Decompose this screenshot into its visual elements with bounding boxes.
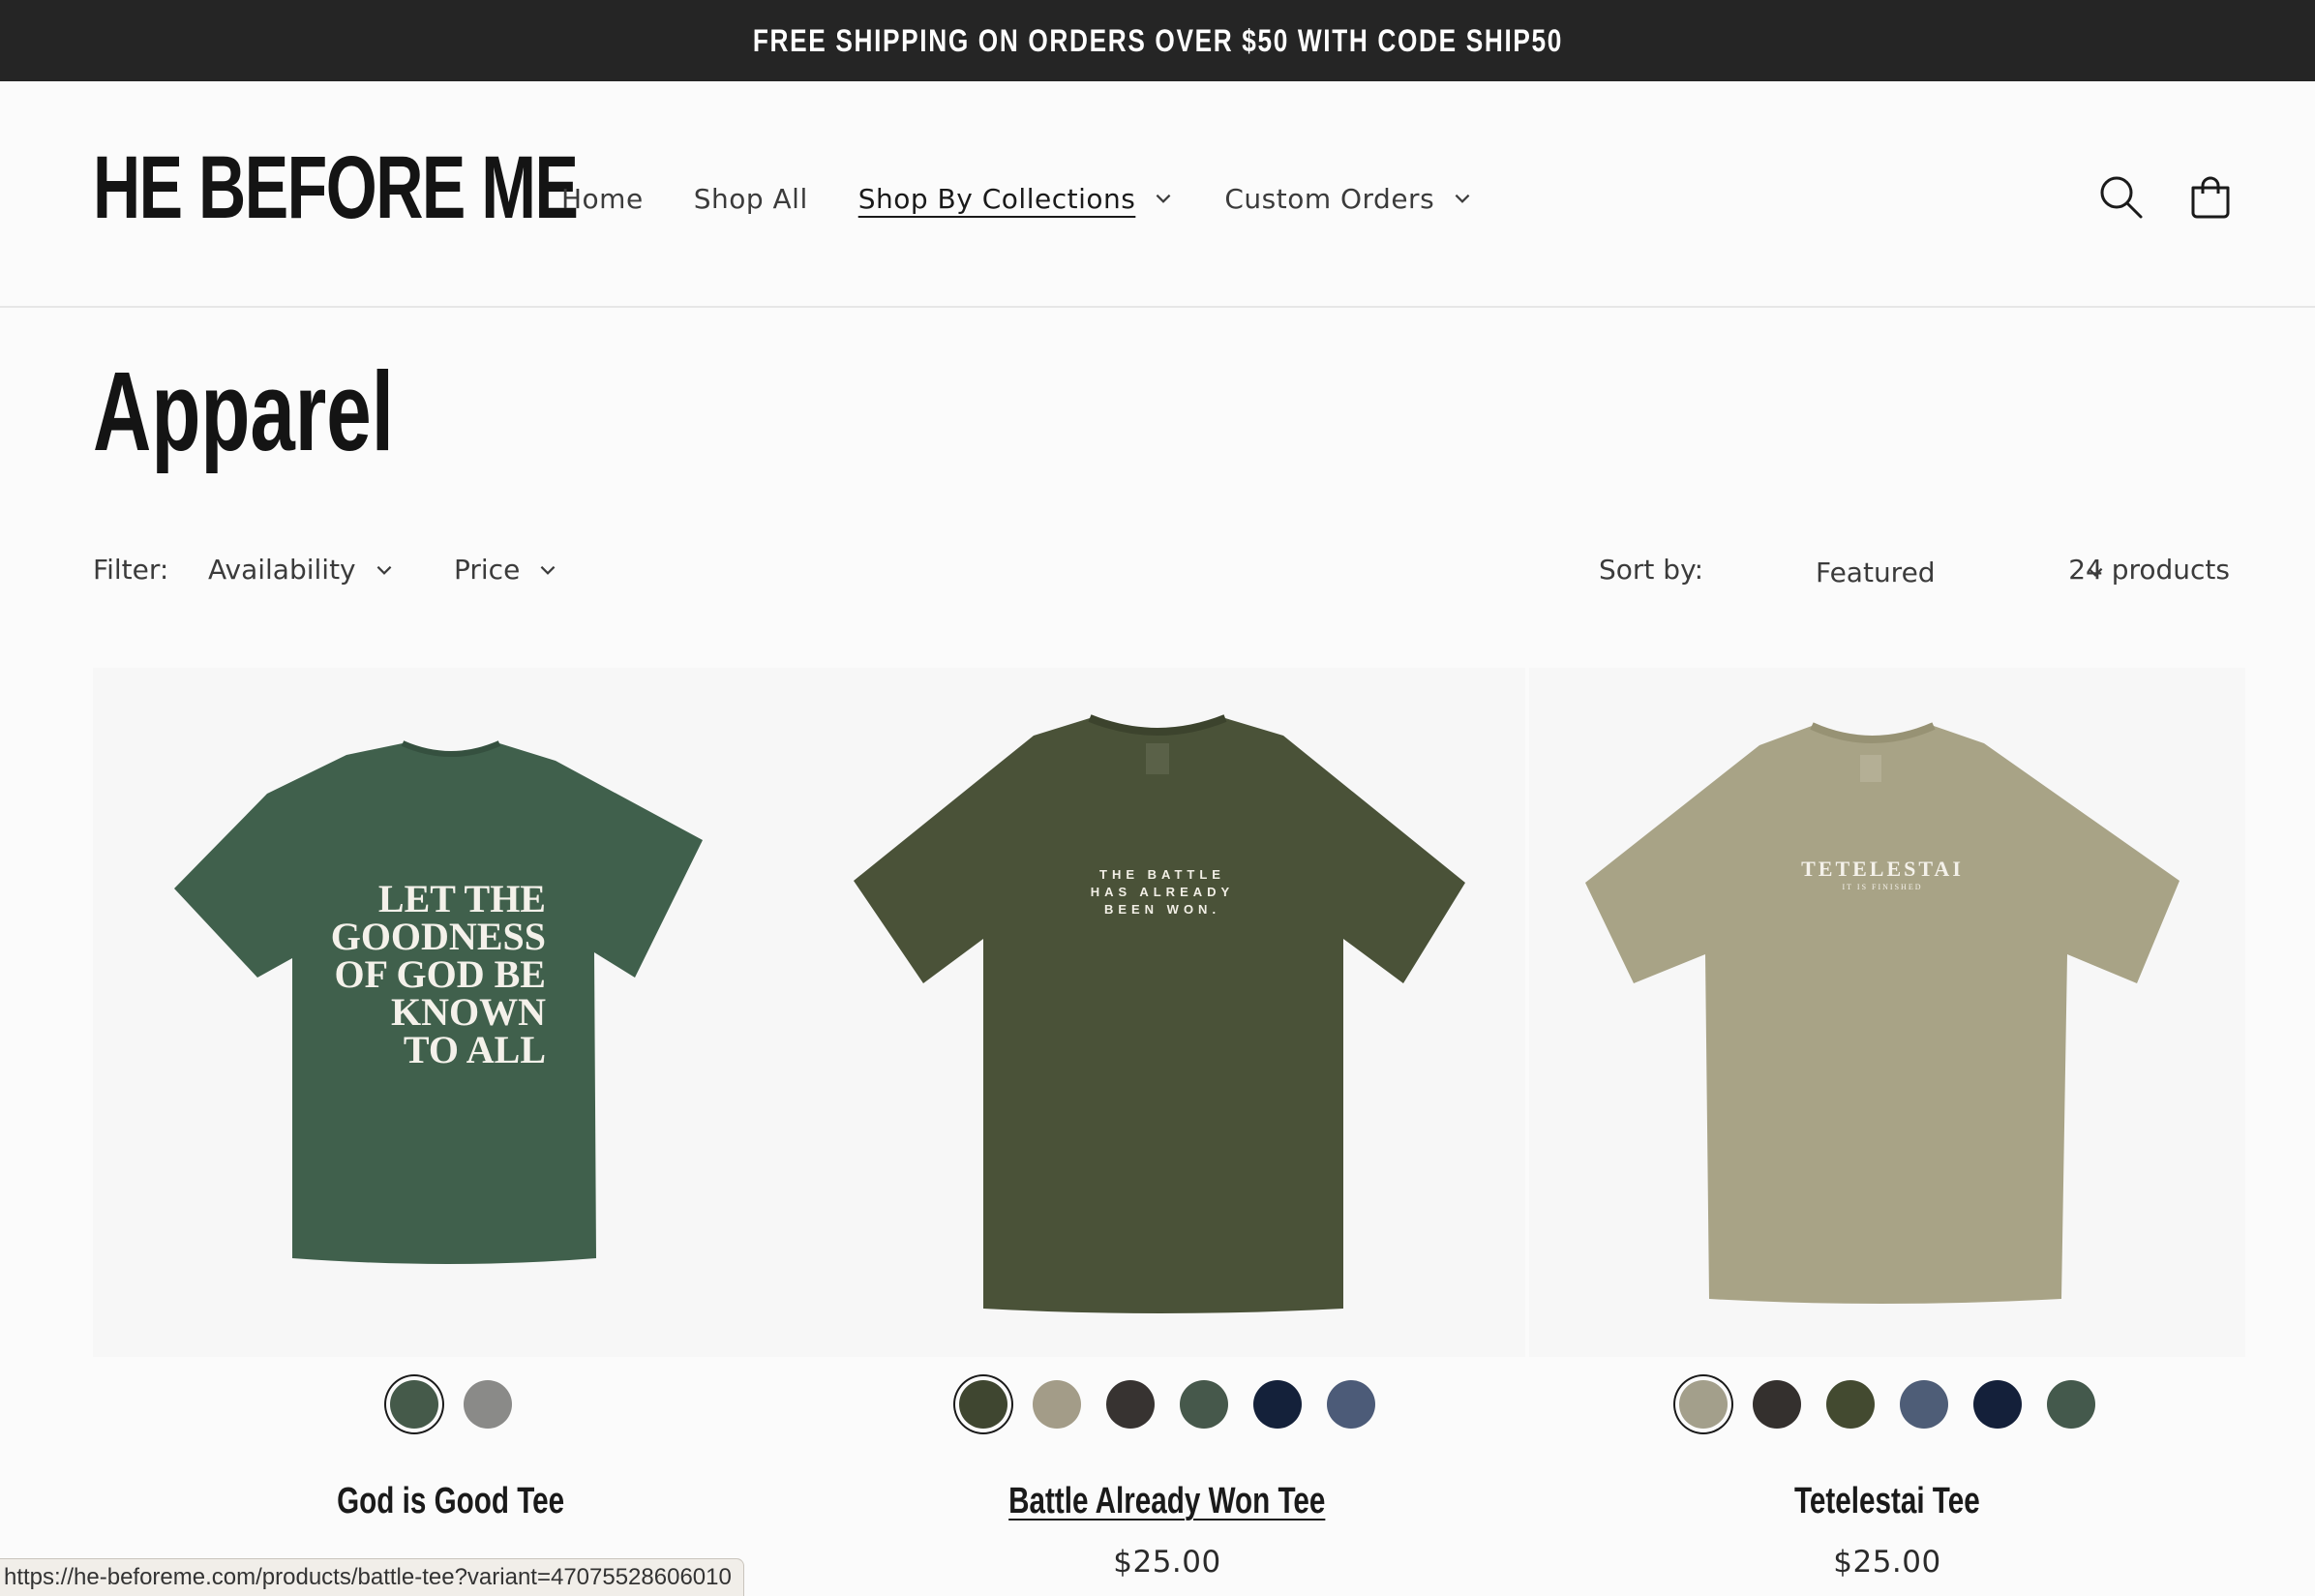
product-image: TETELESTAI IT IS FINISHED (1585, 722, 2180, 1304)
price-filter-label: Price (454, 554, 521, 586)
product-title-text: Tetelestai Tee (1794, 1481, 1980, 1521)
swatch[interactable] (1180, 1380, 1228, 1429)
product-image-link[interactable]: THE BATTLE HAS ALREADY BEEN WON. (809, 668, 1525, 1357)
availability-filter-label: Availability (208, 554, 356, 586)
product-title-text: God is Good Tee (337, 1481, 565, 1521)
swatch[interactable] (1973, 1380, 2022, 1429)
availability-filter[interactable]: Availability (208, 554, 395, 586)
nav-shop-all-label: Shop All (693, 182, 808, 215)
shirt-print-line: BEEN WON. (1104, 902, 1220, 917)
product-card: TETELESTAI IT IS FINISHED Tetelestai Tee… (1529, 668, 2245, 1580)
color-swatches (93, 1380, 809, 1429)
status-bar-url: https://he-beforeme.com/products/battle-… (0, 1558, 744, 1596)
nav-shop-all[interactable]: Shop All (694, 183, 808, 215)
announcement-text: FREE SHIPPING ON ORDERS OVER $50 WITH CO… (752, 22, 1563, 58)
nav-custom-orders[interactable]: Custom Orders (1224, 183, 1473, 215)
nav-shop-by-collections[interactable]: Shop By Collections (858, 183, 1175, 215)
swatch[interactable] (1253, 1380, 1302, 1429)
cart-button[interactable] (2183, 170, 2238, 225)
filter-bar: Filter: Availability Price Sort by: Feat… (93, 548, 2230, 596)
shirt-print-line: TO ALL (404, 1028, 546, 1071)
price-filter[interactable]: Price (454, 554, 558, 586)
swatch[interactable] (1106, 1380, 1155, 1429)
filter-label: Filter: (93, 554, 169, 586)
page-title: Apparel (93, 348, 394, 474)
product-image-link[interactable]: TETELESTAI IT IS FINISHED (1529, 668, 2245, 1357)
product-title[interactable]: Tetelestai Tee (1529, 1481, 2245, 1522)
chevron-down-icon (376, 565, 392, 575)
shirt-print-line: HAS ALREADY (1091, 885, 1234, 899)
swatch[interactable] (959, 1380, 1007, 1429)
product-card: LET THE GOODNESS OF GOD BE KNOWN TO ALL … (93, 668, 809, 1521)
swatch[interactable] (1900, 1380, 1948, 1429)
chevron-down-icon (1156, 194, 1171, 203)
chevron-down-icon (540, 565, 556, 575)
sort-label: Sort by: (1599, 554, 1704, 586)
site-header: HE BEFORE ME Home Shop All Shop By Colle… (0, 81, 2315, 308)
swatch[interactable] (2047, 1380, 2095, 1429)
search-icon (2100, 176, 2143, 219)
color-swatches (809, 1380, 1525, 1429)
swatch[interactable] (1679, 1380, 1728, 1429)
nav-shop-by-collections-label: Shop By Collections (857, 182, 1136, 215)
cart-icon (2191, 176, 2230, 219)
site-logo[interactable]: HE BEFORE ME (93, 139, 579, 236)
main-nav: Home Shop All Shop By Collections Custom… (561, 174, 1523, 223)
sort-select[interactable]: Featured (1816, 548, 2106, 596)
product-price: $25.00 (1833, 1545, 1941, 1580)
nav-home-label: Home (561, 182, 644, 215)
swatch[interactable] (1327, 1380, 1375, 1429)
swatch[interactable] (1753, 1380, 1801, 1429)
product-card: THE BATTLE HAS ALREADY BEEN WON. Battle … (809, 668, 1525, 1580)
nav-custom-orders-label: Custom Orders (1224, 182, 1435, 215)
nav-home[interactable]: Home (561, 183, 644, 215)
product-title[interactable]: Battle Already Won Tee (809, 1481, 1525, 1522)
product-image-link[interactable]: LET THE GOODNESS OF GOD BE KNOWN TO ALL (93, 668, 809, 1357)
color-swatches (1529, 1380, 2245, 1429)
chevron-down-icon (1455, 194, 1470, 203)
shirt-print-line: IT IS FINISHED (1843, 883, 1923, 891)
shirt-print-line: THE BATTLE (1099, 867, 1225, 882)
swatch[interactable] (464, 1380, 512, 1429)
product-count: 24 products (2068, 554, 2230, 586)
product-image: LET THE GOODNESS OF GOD BE KNOWN TO ALL (174, 740, 703, 1264)
product-image: THE BATTLE HAS ALREADY BEEN WON. (854, 714, 1465, 1313)
swatch[interactable] (390, 1380, 438, 1429)
product-title-text: Battle Already Won Tee (1008, 1481, 1326, 1521)
sort-select-value: Featured (1816, 556, 1936, 588)
swatch[interactable] (1033, 1380, 1081, 1429)
announcement-bar: FREE SHIPPING ON ORDERS OVER $50 WITH CO… (0, 0, 2315, 81)
product-title[interactable]: God is Good Tee (93, 1481, 809, 1522)
search-button[interactable] (2094, 170, 2149, 225)
product-price: $25.00 (1113, 1545, 1221, 1580)
swatch[interactable] (1826, 1380, 1875, 1429)
shirt-print-line: TETELESTAI (1801, 857, 1964, 881)
